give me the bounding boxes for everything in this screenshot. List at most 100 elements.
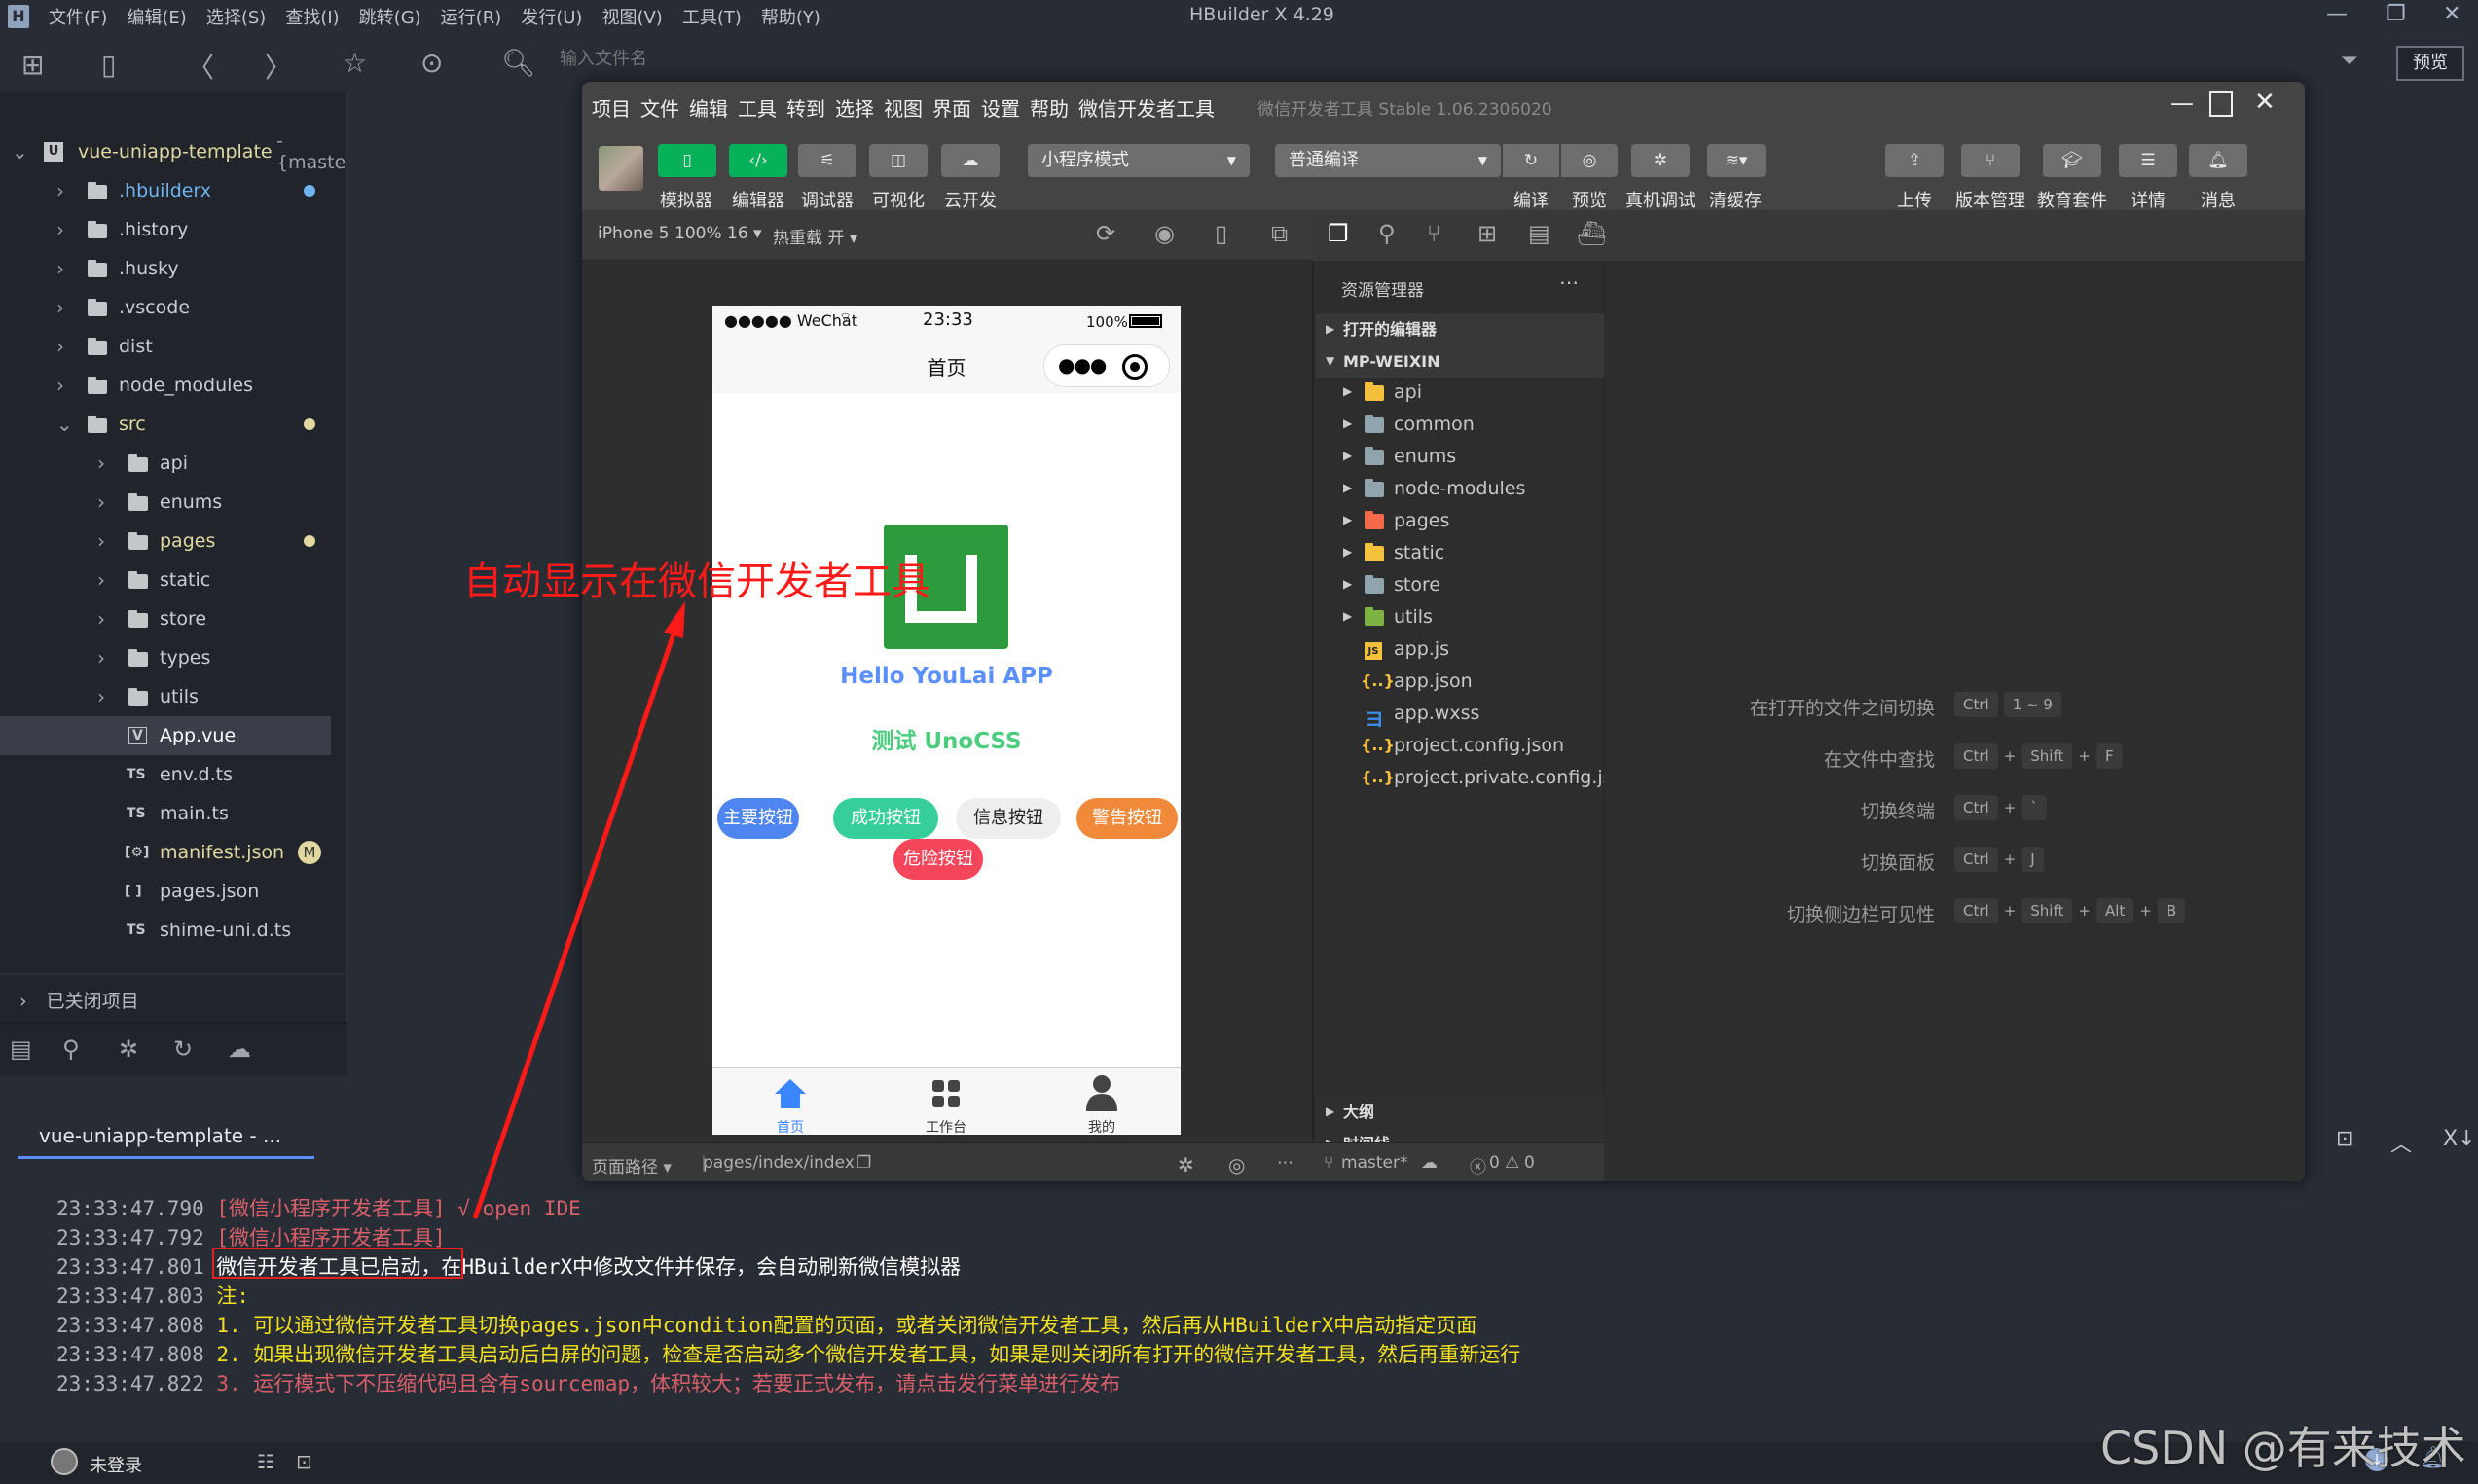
preview-wx-button[interactable]: ◎ (1561, 144, 1618, 177)
compile-select[interactable]: 普通编译 ▼ (1275, 144, 1501, 177)
error-count[interactable]: 0 (1489, 1153, 1500, 1173)
user-avatar[interactable] (599, 146, 643, 191)
tree-item[interactable]: › static (0, 561, 331, 599)
explorer-item[interactable]: {..} project.config.json (1314, 731, 1606, 763)
menu-find[interactable]: 查找(I) (285, 4, 339, 29)
open-editors-section[interactable]: ▶ 打开的编辑器 (1316, 313, 1604, 345)
tab-home[interactable]: 首页 (712, 1068, 868, 1137)
page-path-select[interactable]: 页面路径 ▾ (592, 1153, 672, 1177)
wx-menu-edit[interactable]: 编辑 (689, 93, 728, 122)
filter-icon[interactable]: ⏷ (2341, 49, 2358, 73)
debugger-toggle[interactable]: ⚟ (798, 144, 856, 177)
mp-weixin-section[interactable]: ▼ MP-WEIXIN (1316, 345, 1604, 378)
tree-item[interactable]: › types (0, 638, 331, 677)
extensions-icon[interactable]: ⊞ (1477, 220, 1497, 247)
menu-view[interactable]: 视图(V) (601, 4, 662, 29)
menu-edit[interactable]: 编辑(E) (127, 4, 186, 29)
eye-icon[interactable]: ◎ (1228, 1153, 1245, 1176)
timeline-section[interactable]: ▶ 时间线 (1316, 1128, 1604, 1142)
back-icon[interactable]: 〈 (187, 47, 214, 86)
wx-menu-settings[interactable]: 设置 (981, 93, 1020, 122)
tab-mine[interactable]: 我的 (1024, 1068, 1180, 1137)
details-button[interactable]: ☰ (2119, 144, 2177, 177)
tree-item[interactable]: ⌄ src (0, 405, 331, 444)
tree-item[interactable]: V App.vue (0, 716, 331, 755)
demo-button[interactable]: 成功按钮 (833, 798, 938, 839)
clear-console-icon[interactable]: X↓ (2443, 1127, 2476, 1151)
demo-button[interactable]: 危险按钮 (893, 839, 983, 880)
login-status[interactable]: 未登录 (90, 1452, 142, 1477)
visual-toggle[interactable]: ◫ (869, 144, 928, 177)
minimize-icon[interactable]: — (2326, 2, 2348, 26)
wx-minimize-icon[interactable]: — (2170, 90, 2194, 117)
version-button[interactable]: ⑂ (1961, 144, 2020, 177)
wx-menu-file[interactable]: 文件 (640, 93, 679, 122)
git-branch[interactable]: master* (1341, 1153, 1407, 1173)
wx-menu-view[interactable]: 视图 (884, 93, 923, 122)
more-icon[interactable]: ⋯ (1559, 271, 1579, 294)
more-icon[interactable]: ⋯ (1277, 1153, 1294, 1173)
warning-count[interactable]: 0 (1524, 1153, 1535, 1173)
tree-item[interactable]: › .vscode (0, 288, 331, 327)
new-terminal-icon[interactable]: ⊡ (2336, 1127, 2353, 1151)
wx-menu-interface[interactable]: 界面 (932, 93, 971, 122)
closed-projects[interactable]: › 已关闭项目 (0, 973, 347, 1017)
chevron-up-icon[interactable]: ︿ (2390, 1127, 2412, 1158)
explorer-item[interactable]: JS app.js (1314, 634, 1606, 667)
demo-button[interactable]: 警告按钮 (1076, 798, 1178, 839)
wx-menu-goto[interactable]: 转到 (786, 93, 825, 122)
menu-tools[interactable]: 工具(T) (682, 4, 742, 29)
menu-publish[interactable]: 发行(U) (521, 4, 582, 29)
restore-icon[interactable]: ❐ (2387, 2, 2406, 26)
clear-cache-button[interactable]: ≋▾ (1707, 144, 1766, 177)
explorer-item[interactable]: ▶ api (1314, 378, 1606, 410)
binoculars-icon[interactable]: ⚲ (62, 1035, 80, 1063)
explorer-item[interactable]: ▶ enums (1314, 442, 1606, 474)
tree-item[interactable]: [⚙] manifest.json M (0, 833, 331, 872)
cloud-globe-icon[interactable]: ☁ (228, 1035, 251, 1063)
tree-item[interactable]: › api (0, 444, 331, 483)
outline-section[interactable]: ▶ 大纲 (1316, 1096, 1604, 1128)
git-sync-icon[interactable]: ↻ (173, 1035, 193, 1063)
detach-icon[interactable]: ⧉ (1271, 220, 1288, 247)
wx-close-icon[interactable]: ✕ (2254, 88, 2276, 117)
run-icon[interactable]: ⊙ (420, 47, 443, 79)
tree-item[interactable]: TS env.d.ts (0, 755, 331, 794)
explorer-item[interactable]: ▶ common (1314, 410, 1606, 442)
debug-icon[interactable]: ✲ (119, 1035, 138, 1063)
hot-reload-select[interactable]: 热重载 开 ▾ (773, 224, 857, 248)
wx-menu-tools[interactable]: 工具 (738, 93, 777, 122)
storage-icon[interactable]: ▤ (1528, 220, 1550, 247)
menu-select[interactable]: 选择(S) (206, 4, 266, 29)
forward-icon[interactable]: 〉 (265, 47, 292, 86)
wx-menu-select[interactable]: 选择 (835, 93, 874, 122)
upload-button[interactable]: ⇪ (1885, 144, 1944, 177)
cloud-toggle[interactable]: ☁ (941, 144, 1000, 177)
tree-item[interactable]: › node_modules (0, 366, 331, 405)
real-device-debug-button[interactable]: ✲ (1631, 144, 1690, 177)
cloud-upload-icon[interactable]: ☁ (1421, 1153, 1438, 1173)
tree-item[interactable]: › .history (0, 210, 331, 249)
menu-file[interactable]: 文件(F) (49, 4, 107, 29)
favorite-icon[interactable]: ☆ (343, 47, 367, 79)
file-search-input[interactable] (560, 49, 852, 69)
stop-icon[interactable]: ◉ (1154, 220, 1175, 247)
save-icon[interactable]: ▯ (101, 49, 116, 81)
more-dots-icon[interactable]: ●●● (1058, 353, 1107, 377)
wx-menu-project[interactable]: 项目 (592, 93, 631, 122)
tree-item[interactable]: › store (0, 599, 331, 638)
console-tab[interactable]: vue-uniapp-template - ... (39, 1124, 281, 1147)
close-target-icon[interactable] (1122, 354, 1148, 380)
source-control-icon[interactable]: ⑂ (1427, 220, 1440, 247)
tab-workbench[interactable]: 工作台 (868, 1068, 1024, 1137)
explorer-item[interactable]: {..} app.json (1314, 667, 1606, 699)
demo-button[interactable]: 信息按钮 (956, 798, 1061, 839)
menu-help[interactable]: 帮助(Y) (761, 4, 820, 29)
explorer-item[interactable]: ヨ app.wxss (1314, 699, 1606, 731)
terminal-icon[interactable]: ⊡ (296, 1450, 312, 1473)
tree-item[interactable]: › enums (0, 483, 331, 522)
editor-toggle[interactable]: ‹/› (729, 144, 787, 177)
messages-button[interactable]: 🔔︎ (2189, 144, 2247, 177)
explorer-item[interactable]: ▶ node-modules (1314, 474, 1606, 506)
mode-select[interactable]: 小程序模式 ▼ (1028, 144, 1250, 177)
